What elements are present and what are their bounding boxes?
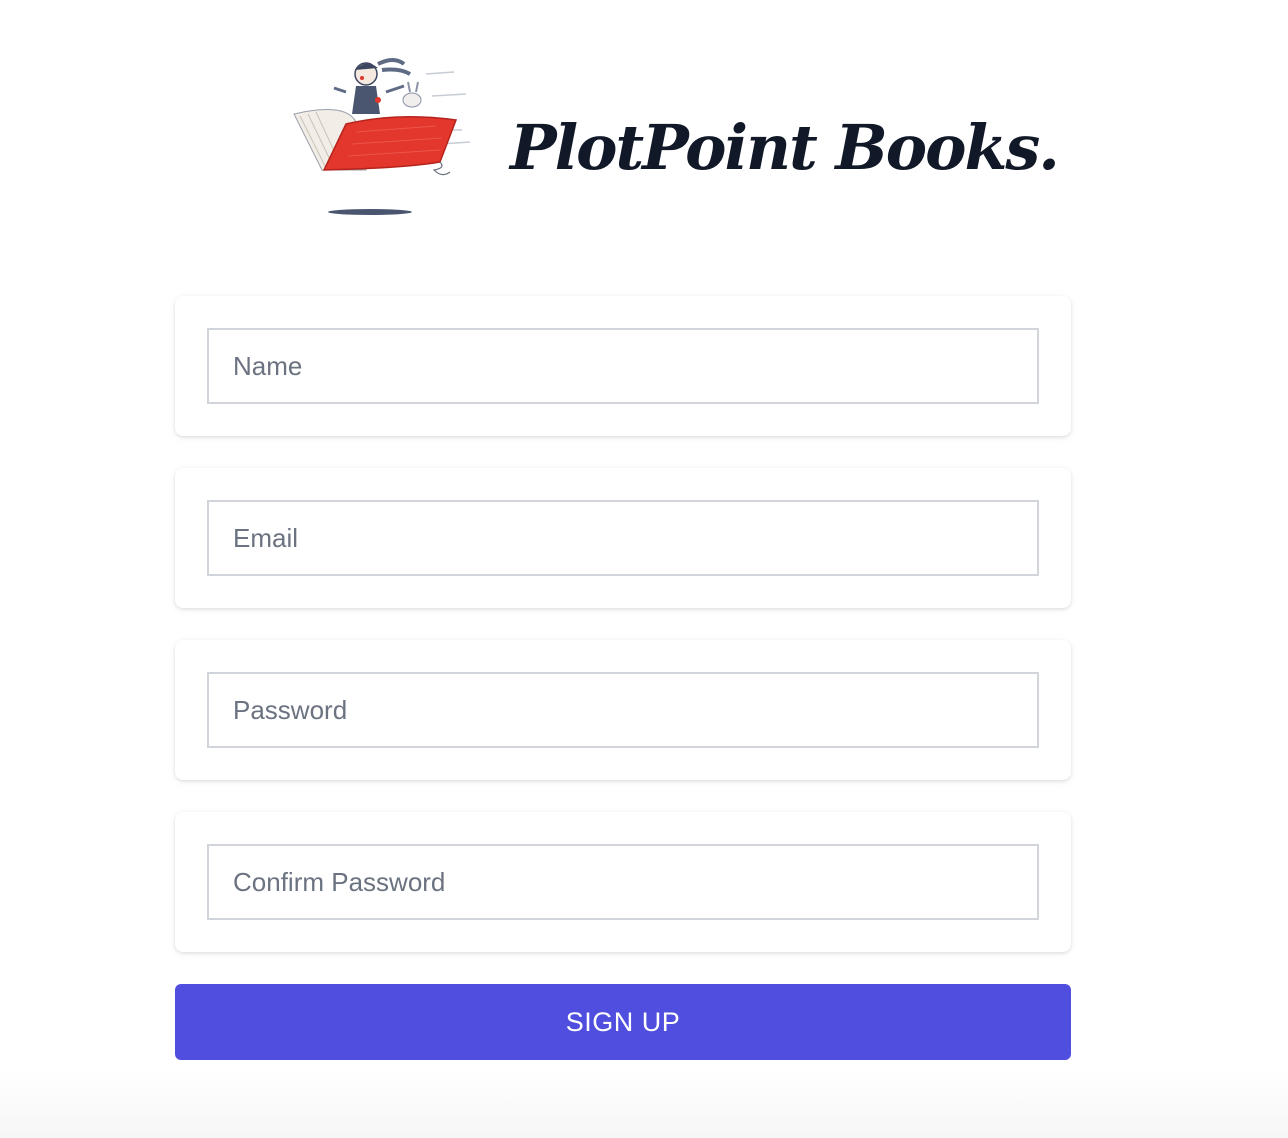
name-field-card [175,296,1071,436]
password-field-card [175,640,1071,780]
page-background [0,1068,1288,1138]
confirm-password-field-card [175,812,1071,952]
email-field-card [175,468,1071,608]
confirm-password-input[interactable] [207,844,1039,920]
sign-up-button[interactable]: SIGN UP [175,984,1071,1060]
password-input[interactable] [207,672,1039,748]
brand-title: PlotPoint Books. [510,111,1060,184]
flying-book-logo-icon [293,58,471,215]
signup-form: SIGN UP [175,296,1071,1060]
name-input[interactable] [207,328,1039,404]
site-header: PlotPoint Books. [0,0,1288,260]
email-input[interactable] [207,500,1039,576]
